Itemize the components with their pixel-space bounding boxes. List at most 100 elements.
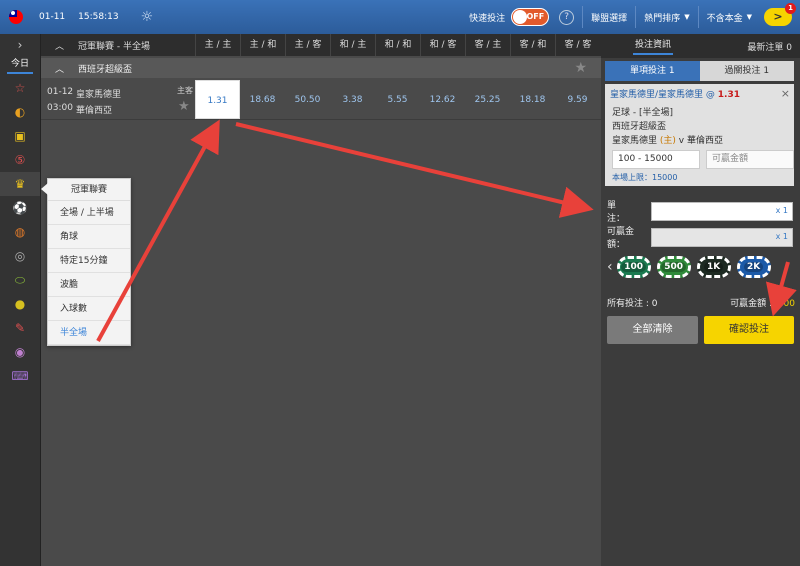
baseball-icon[interactable]: ◎ <box>0 244 40 268</box>
expand-arrow-icon[interactable]: › <box>0 34 40 56</box>
potential-win-field[interactable]: 可贏金額 <box>706 150 794 169</box>
top-bar: 01-11 15:58:13 ☼ 快速投注 OFF ? 聯盟選擇 熱門排序 ▼ 不… <box>0 0 800 34</box>
arrow-odds-to-stake <box>235 122 594 218</box>
chevron-left-icon[interactable]: ‹ <box>607 259 613 275</box>
star-icon[interactable]: ☆ <box>0 76 40 100</box>
basketball-icon[interactable]: ◍ <box>0 220 40 244</box>
total-win-label: 可贏金額 : <box>730 299 773 309</box>
slip-selection: 皇家馬德里/皇家馬德里 @ 1.31 <box>605 84 794 103</box>
soccer-ball-icon[interactable]: ⚽ <box>0 196 40 220</box>
menu-item-corners[interactable]: 角球 <box>48 225 130 249</box>
toggle-state: OFF <box>526 12 545 21</box>
selection-odds: 1.31 <box>717 90 741 100</box>
chevron-right-icon: > <box>773 10 783 23</box>
caret-down-icon: ▼ <box>746 13 752 21</box>
totals-row: 所有投注 : 0 可贏金額 : 0.00 <box>607 296 795 309</box>
selection-at: @ <box>705 90 715 100</box>
header-league: ︿ 冠軍聯賽 - 半全場 <box>41 39 195 52</box>
slip-vs: v <box>678 136 685 146</box>
crown-icon[interactable]: ♛ <box>0 172 40 196</box>
odds-table-header: ︿ 冠軍聯賽 - 半全場 主 / 主 主 / 和 主 / 客 和 / 主 和 /… <box>41 34 601 56</box>
close-icon[interactable]: × <box>781 87 790 100</box>
chip-100[interactable]: 100 <box>616 256 651 278</box>
principal-menu[interactable]: 不含本金 ▼ <box>699 11 760 24</box>
odds-cell-away-draw[interactable]: 18.18 <box>510 80 555 119</box>
panel-header: 投注資訊 最新注單 0 <box>601 34 800 58</box>
win-multiplier[interactable]: x 1 <box>776 232 788 241</box>
theme-sun-icon[interactable]: ☼ <box>141 9 154 25</box>
billiards-icon[interactable]: ◉ <box>0 340 40 364</box>
col-header: 和 / 主 <box>330 34 375 56</box>
odds-cell-away-home[interactable]: 25.25 <box>465 80 510 119</box>
esports-icon[interactable]: ⌨ <box>0 364 40 388</box>
menu-title: 冠軍聯賽 <box>48 179 130 201</box>
league-row[interactable]: ︿ 西班牙超級盃 ★ <box>41 58 601 78</box>
notification-button[interactable]: > 1 <box>764 3 796 26</box>
odds-cell-away-away[interactable]: 9.59 <box>555 80 600 119</box>
confirm-bet-button[interactable]: 確認投注 <box>704 316 794 344</box>
win-input[interactable]: x 1 <box>651 227 793 247</box>
stake-multiplier[interactable]: x 1 <box>776 206 788 215</box>
chip-500[interactable]: 500 <box>656 256 691 278</box>
quick-bet-toggle[interactable]: OFF <box>511 8 550 26</box>
odds-cell-draw-away[interactable]: 12.62 <box>420 80 465 119</box>
odds-cell-home-home[interactable]: 1.31 <box>195 80 240 119</box>
menu-item-correct-score[interactable]: 波膽 <box>48 273 130 297</box>
home-away-icon: 主客 <box>177 86 193 95</box>
soccer-icon[interactable]: ◐ <box>0 100 40 124</box>
stake-input[interactable]: x 1 <box>651 201 793 221</box>
five-icon[interactable]: ⑤ <box>0 148 40 172</box>
hot-sort-menu[interactable]: 熱門排序 ▼ <box>636 11 697 24</box>
stake-range-field[interactable]: 100 - 15000 <box>612 150 700 169</box>
badminton-icon[interactable]: ✎ <box>0 316 40 340</box>
stake-row: 單 注： x 1 <box>607 198 793 224</box>
current-time: 15:58:13 <box>78 12 119 22</box>
odds-cell-draw-draw[interactable]: 5.55 <box>375 80 420 119</box>
league-select-menu[interactable]: 聯盟選擇 <box>583 11 635 24</box>
col-header: 客 / 主 <box>465 34 510 56</box>
col-header: 主 / 主 <box>195 34 240 56</box>
match-row: 01-12 03:00 皇家馬德里 華倫西亞 主客 ★ 1.31 18.68 5… <box>41 80 601 120</box>
football-icon[interactable]: ⬭ <box>0 268 40 292</box>
favorite-star-icon[interactable]: ★ <box>574 60 587 76</box>
favorite-star-icon[interactable]: ★ <box>178 99 190 114</box>
latest-bets-link[interactable]: 最新注單 0 <box>747 40 792 53</box>
chip-2k[interactable]: 2K <box>736 256 771 278</box>
col-header: 主 / 客 <box>285 34 330 56</box>
collapse-icon[interactable]: ︿ <box>55 39 64 52</box>
chip-label: 1K <box>703 262 724 272</box>
tab-single-bet[interactable]: 單項投注 1 <box>605 61 700 81</box>
selection-name: 皇家馬德里/皇家馬德里 <box>610 90 704 100</box>
menu-item-total-goals[interactable]: 入球數 <box>48 297 130 321</box>
tab-parlay-bet[interactable]: 過關投注 1 <box>699 61 794 81</box>
odds-cell-home-draw[interactable]: 18.68 <box>240 80 285 119</box>
notification-badge: 1 <box>785 3 796 14</box>
stake-label: 單 注： <box>607 201 635 224</box>
slip-market: 足球 - [半全場] <box>612 108 673 118</box>
col-header: 客 / 客 <box>555 34 600 56</box>
clear-all-button[interactable]: 全部清除 <box>607 316 698 344</box>
tv-icon[interactable]: ▣ <box>0 124 40 148</box>
help-icon[interactable]: ? <box>559 9 575 25</box>
chip-label: 500 <box>661 262 686 272</box>
menu-item-full-half[interactable]: 全場 / 上半場 <box>48 201 130 225</box>
collapse-icon[interactable]: ︿ <box>55 62 64 75</box>
bet-info-tab[interactable]: 投注資訊 <box>633 37 674 55</box>
slip-details: 足球 - [半全場] 西班牙超級盃 皇家馬德里 (主) v 華倫西亞 <box>605 103 794 148</box>
bet-type-tabs: 單項投注 1 過關投注 1 <box>605 61 794 81</box>
col-header: 和 / 客 <box>420 34 465 56</box>
menu-item-15min[interactable]: 特定15分鐘 <box>48 249 130 273</box>
match-info: 01-12 03:00 皇家馬德里 華倫西亞 主客 ★ <box>41 80 195 119</box>
total-win-value: 0.00 <box>774 299 795 309</box>
total-bets: 所有投注 : 0 <box>607 299 658 309</box>
odds-cell-home-away[interactable]: 50.50 <box>285 80 330 119</box>
slip-away: 華倫西亞 <box>687 136 724 146</box>
tennis-icon[interactable]: ● <box>0 292 40 316</box>
chip-1k[interactable]: 1K <box>696 256 731 278</box>
toggle-knob <box>513 10 528 24</box>
odds-cell-draw-home[interactable]: 3.38 <box>330 80 375 119</box>
chip-selector: ‹ 100 500 1K 2K <box>607 256 777 278</box>
today-tab[interactable]: 今日 <box>7 56 33 74</box>
bet-slip-panel: 投注資訊 最新注單 0 單項投注 1 過關投注 1 皇家馬德里/皇家馬德里 @ … <box>601 34 800 566</box>
menu-item-half-full[interactable]: 半全場 <box>48 321 130 345</box>
